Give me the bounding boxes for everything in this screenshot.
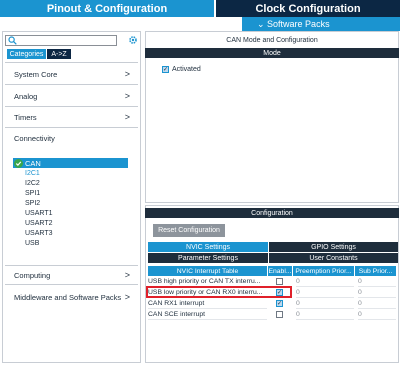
category-system-core[interactable]: System Core > [14,67,130,81]
divider [5,62,138,63]
check-circle-icon [14,158,23,168]
column-header-sub-priority[interactable]: Sub Prior... [355,266,396,276]
mode-panel-title: CAN Mode and Configuration [226,37,318,44]
category-timers[interactable]: Timers > [14,110,130,124]
category-middleware[interactable]: Middleware and Software Packs > [14,290,130,304]
search-input[interactable] [5,35,117,46]
peripheral-usart1[interactable]: USART1 [25,209,53,218]
category-computing[interactable]: Computing > [14,268,130,282]
peripheral-usart2[interactable]: USART2 [25,219,53,228]
tab-pinout-configuration[interactable]: Pinout & Configuration [0,0,214,17]
divider [5,106,138,107]
divider [5,84,138,85]
reset-configuration-button[interactable]: Reset Configuration [153,224,225,237]
preemption-value[interactable]: 0 [296,277,354,287]
divider [5,284,138,285]
activated-option[interactable]: ✓ Activated [162,66,201,73]
software-packs-menu[interactable]: ⌄ Software Packs [242,17,400,31]
tab-gpio-settings[interactable]: GPIO Settings [269,242,398,252]
enable-checkbox[interactable]: ✓ [276,300,283,307]
category-analog[interactable]: Analog > [14,89,130,103]
preemption-value[interactable]: 0 [296,299,354,309]
chevron-right-icon: > [124,69,130,79]
tab-user-constants[interactable]: User Constants [269,253,398,263]
categories-tab[interactable]: Categories [7,49,46,59]
chevron-right-icon: > [124,292,130,302]
activated-label: Activated [172,66,201,73]
peripheral-i2c2[interactable]: I2C2 [25,179,40,188]
chevron-right-icon: > [124,112,130,122]
column-header-preemption[interactable]: Preemption Prior... [293,266,354,276]
category-label: System Core [14,69,58,79]
category-label: Computing [14,270,51,280]
gear-icon[interactable] [128,35,138,45]
enable-checkbox[interactable] [276,311,283,320]
category-label: Analog [14,91,38,101]
tab-parameter-settings[interactable]: Parameter Settings [148,253,268,263]
search-icon [8,36,17,45]
table-row-interrupt-name: CAN SCE interrupt [148,310,267,320]
peripheral-i2c1[interactable]: I2C1 [25,169,40,178]
table-row-interrupt-name: CAN RX1 interrupt [148,299,267,309]
sub-priority-value[interactable]: 0 [358,288,396,298]
preemption-value[interactable]: 0 [296,310,354,320]
column-header-enabled[interactable]: Enabl... [268,266,292,276]
sub-priority-value[interactable]: 0 [358,277,396,287]
category-connectivity[interactable]: Connectivity [14,131,130,145]
peripheral-spi1[interactable]: SPI1 [25,189,40,198]
category-label: Middleware and Software Packs [14,292,122,302]
configuration-header: Configuration [145,208,399,218]
chevron-right-icon: > [124,91,130,101]
tab-clock-configuration[interactable]: Clock Configuration [216,0,400,17]
sub-priority-value[interactable]: 0 [358,299,396,309]
a-to-z-tab[interactable]: A->Z [47,49,71,59]
category-label: Timers [14,112,37,122]
sub-priority-value[interactable]: 0 [358,310,396,320]
peripheral-usb[interactable]: USB [25,239,39,248]
highlight-box [146,286,292,298]
peripheral-label: CAN [25,158,41,168]
divider [5,265,138,266]
peripheral-spi2[interactable]: SPI2 [25,199,40,208]
peripheral-usart3[interactable]: USART3 [25,229,53,238]
chevron-right-icon: > [124,270,130,280]
peripheral-can[interactable]: CAN [13,158,128,168]
mode-header: Mode [145,48,399,58]
tab-nvic-settings[interactable]: NVIC Settings [148,242,268,252]
activated-checkbox[interactable]: ✓ [162,66,169,73]
column-header-interrupt[interactable]: NVIC Interrupt Table [148,266,267,276]
divider [5,127,138,128]
preemption-value[interactable]: 0 [296,288,354,298]
category-label: Connectivity [14,133,55,143]
